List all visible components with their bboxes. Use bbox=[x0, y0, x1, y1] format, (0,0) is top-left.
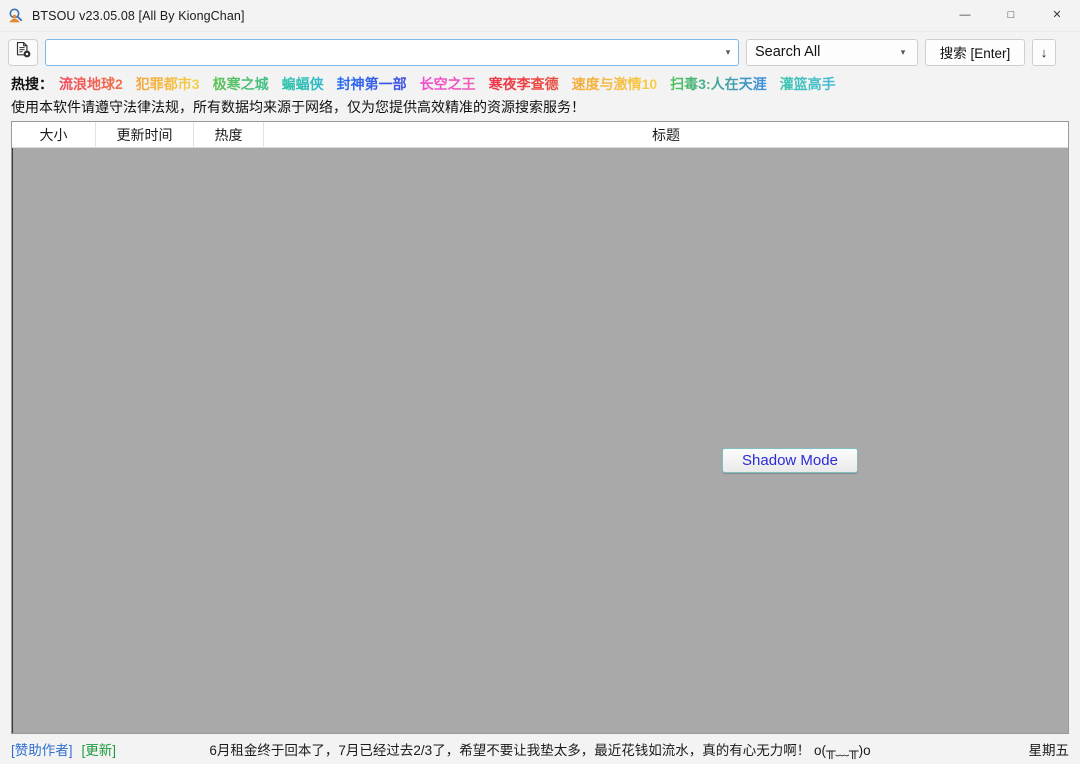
maximize-button[interactable]: □ bbox=[988, 0, 1034, 31]
update-link[interactable]: [更新] bbox=[82, 739, 117, 759]
search-scope-select[interactable]: Search All ▾ bbox=[746, 38, 918, 66]
search-button[interactable]: 搜索 [Enter] bbox=[925, 38, 1025, 66]
magnifier-person-icon bbox=[7, 7, 25, 25]
hot-search-tag[interactable]: 蝙蝠侠 bbox=[282, 76, 324, 92]
app-window: BTSOU v23.05.08 [All By KiongChan] — □ ✕ bbox=[0, 0, 1080, 764]
chevron-down-icon[interactable]: ▾ bbox=[718, 47, 738, 58]
search-scope-label: Search All bbox=[755, 44, 821, 60]
hot-search-row: 热搜： 流浪地球2 犯罪都市3 极寒之城 蝙蝠侠 封神第一部 长空之王 寒夜李查德 速度与激情… bbox=[0, 72, 1080, 95]
hot-search-tag[interactable]: 封神第一部 bbox=[337, 76, 407, 92]
status-bar: [赞助作者] [更新] 6月租金终于回本了，7月已经过去2/3了，希望不要让我垫… bbox=[0, 734, 1080, 764]
status-message: 6月租金终于回本了，7月已经过去2/3了，希望不要让我垫太多，最近花钱如流水，真… bbox=[209, 743, 871, 758]
hot-search-tag[interactable]: 犯罪都市3 bbox=[136, 76, 200, 92]
hot-search-tag[interactable]: 流浪地球2 bbox=[59, 76, 123, 92]
window-title: BTSOU v23.05.08 [All By KiongChan] bbox=[32, 8, 245, 23]
hot-search-tag[interactable]: 灌篮高手 bbox=[780, 76, 836, 92]
search-combobox[interactable]: ▾ bbox=[45, 38, 739, 66]
toolbar: ▾ Search All ▾ 搜索 [Enter] ↓ bbox=[0, 32, 1080, 72]
hot-search-tag[interactable]: 扫毒3:人在天涯 bbox=[670, 76, 766, 92]
results-panel: 大小 更新时间 热度 标题 Shadow Mode bbox=[11, 121, 1069, 734]
hot-search-tag-list: 流浪地球2 犯罪都市3 极寒之城 蝙蝠侠 封神第一部 长空之王 寒夜李查德 速度与激情10 扫毒… bbox=[59, 74, 849, 94]
hot-search-tag[interactable]: 速度与激情10 bbox=[572, 76, 658, 92]
settings-button[interactable] bbox=[8, 38, 38, 66]
minimize-button[interactable]: — bbox=[942, 0, 988, 31]
sponsor-link[interactable]: [赞助作者] bbox=[11, 739, 73, 759]
window-controls: — □ ✕ bbox=[942, 0, 1080, 31]
title-bar: BTSOU v23.05.08 [All By KiongChan] — □ ✕ bbox=[0, 0, 1080, 32]
download-arrow-button[interactable]: ↓ bbox=[1032, 38, 1056, 66]
notice-text: 使用本软件请遵守法律法规，所有数据均来源于网络，仅为您提供高效精准的资源搜索服务… bbox=[11, 98, 585, 115]
shadow-mode-button[interactable]: Shadow Mode bbox=[722, 448, 858, 473]
chevron-down-icon[interactable]: ▾ bbox=[893, 47, 913, 58]
status-links: [赞助作者] [更新] bbox=[11, 739, 116, 759]
column-header-update-time[interactable]: 更新时间 bbox=[96, 122, 194, 147]
hot-search-tag[interactable]: 长空之王 bbox=[420, 76, 476, 92]
column-header-size[interactable]: 大小 bbox=[12, 122, 96, 147]
column-header-heat[interactable]: 热度 bbox=[194, 122, 264, 147]
column-header-title[interactable]: 标题 bbox=[264, 122, 1068, 147]
hot-search-tag[interactable]: 极寒之城 bbox=[213, 76, 269, 92]
document-gear-icon bbox=[14, 41, 32, 64]
search-input[interactable] bbox=[46, 40, 718, 64]
close-button[interactable]: ✕ bbox=[1034, 0, 1080, 31]
results-table-header: 大小 更新时间 热度 标题 bbox=[12, 122, 1068, 148]
hot-search-tag[interactable]: 寒夜李查德 bbox=[489, 76, 559, 92]
results-table-body[interactable]: Shadow Mode bbox=[12, 148, 1068, 733]
status-weekday: 星期五 bbox=[1028, 743, 1070, 758]
hot-search-label: 热搜： bbox=[11, 75, 53, 92]
